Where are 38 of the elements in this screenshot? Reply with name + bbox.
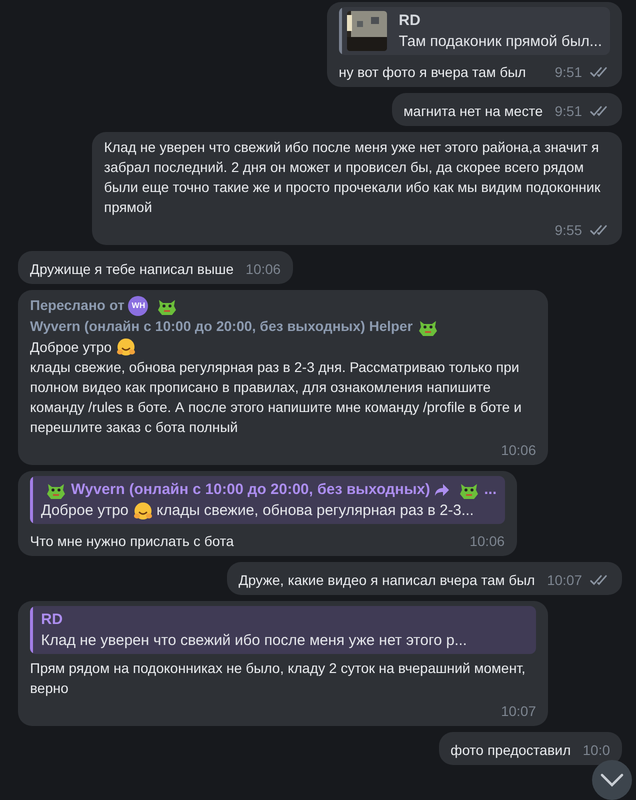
- message-text: Дружище я тебе написал выше: [30, 260, 234, 279]
- message-time: 10:07: [546, 571, 582, 590]
- reply-quote[interactable]: RD Там подаконик прямой был...: [338, 7, 610, 55]
- chevron-down-icon: [600, 773, 624, 787]
- avatar-badge: WH: [128, 296, 148, 316]
- message-time: 10:07: [500, 702, 536, 721]
- message-text: ну вот фото я вчера там был: [338, 63, 526, 82]
- forward-sender[interactable]: Wyvern (онлайн с 10:00 до 20:00, без выходных) Helper: [30, 316, 413, 337]
- message-time: 9:51: [554, 63, 582, 82]
- reply-quote[interactable]: RD Клад не уверен что свежий ибо после меня уже нет этого р...: [30, 606, 536, 654]
- reply-text: клады свежие, обнова регулярная раз в 2-3...: [156, 501, 474, 521]
- reply-author-more: ...: [484, 480, 497, 500]
- message-time: 9:51: [554, 102, 582, 121]
- reply-author: RD: [398, 11, 420, 31]
- reply-author: RD: [41, 610, 63, 630]
- message-time: 10:06: [500, 441, 536, 460]
- smiley-icon: [116, 337, 136, 357]
- reply-text: Там подаконик прямой был...: [398, 32, 602, 52]
- message-text: Доброе утро: [30, 338, 112, 357]
- reply-quote[interactable]: Wyvern (онлайн с 10:00 до 20:00, без выходных) ... Доброе утро клады свежие, обнова регулярная раз в 2-3...: [30, 476, 505, 524]
- message-time: 10:06: [246, 260, 281, 279]
- message-text: Друже, какие видео я написал вчера там был: [238, 571, 535, 590]
- message-time: 9:55: [554, 221, 582, 240]
- message-text: клады свежие, обнова регулярная раз в 2-3 дня. Рассматриваю только при полном видео как прописано в правилах, для ознакомления напишите команду /rules в боте. А после этого напишите мне команду /profile в боте и перешлите заказ с бота полный: [30, 358, 523, 437]
- scroll-down-button[interactable]: [592, 760, 632, 800]
- message-time: 10:0: [582, 741, 610, 760]
- smiley-icon: [132, 500, 153, 520]
- message-text: Клад не уверен что свежий ибо после меня уже нет этого района,а значит я забрал последний. 2 дня он может и провисел бы, да скорее всего рядом были еще точно такие же и просто прочекали ибо как мы видим подоконник прямой: [104, 138, 602, 217]
- message-text: фото предоставил: [450, 741, 571, 760]
- reply-text: Клад не уверен что свежий ибо после меня уже нет этого р...: [41, 631, 467, 651]
- message-text: магнита нет на месте: [404, 102, 543, 121]
- message-time: 10:06: [470, 532, 505, 551]
- forward-label: Переслано от: [30, 296, 124, 315]
- message-text: Прям рядом на подоконниках не было, кладу 2 суток на вчерашний момент, верно: [30, 659, 526, 698]
- forward-arrow-icon: [434, 482, 450, 496]
- reply-text: Доброе утро: [41, 501, 129, 521]
- message-text: Что мне нужно прислать с бота: [30, 532, 234, 551]
- reply-author: Wyvern (онлайн с 10:00 до 20:00, без выходных): [71, 480, 430, 500]
